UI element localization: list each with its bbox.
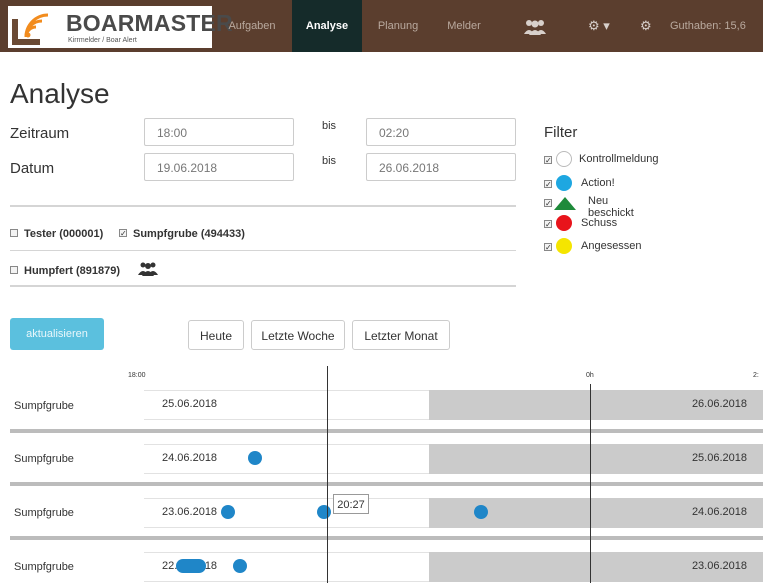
device-label-sumpfgrube: Sumpfgrube (494433) xyxy=(133,228,245,240)
page-title: Analyse xyxy=(10,78,110,109)
nav-aufgaben[interactable]: Aufgaben xyxy=(220,0,284,52)
time-to-input[interactable]: 02:20 xyxy=(366,118,516,146)
action-marker-icon xyxy=(556,175,572,191)
row-label: Sumpfgrube xyxy=(14,561,74,573)
action-event-marker-cluster[interactable] xyxy=(176,559,206,573)
angesessen-marker-icon xyxy=(556,238,572,254)
nav-melder[interactable]: Melder xyxy=(436,0,492,52)
row-date-right: 26.06.2018 xyxy=(691,398,747,410)
device-checkbox-tester[interactable] xyxy=(10,229,18,237)
action-event-marker[interactable] xyxy=(474,505,488,519)
row-date-left: 23.06.2018 xyxy=(162,506,218,518)
device-label-humpfert: Humpfert (891879) xyxy=(24,265,120,277)
row-date-right: 23.06.2018 xyxy=(691,560,747,572)
divider xyxy=(10,250,516,251)
filter-checkbox[interactable]: ✓ xyxy=(544,156,552,165)
row-separator xyxy=(10,536,763,540)
filter-checkbox[interactable]: ✓ xyxy=(544,220,552,229)
neu-beschickt-marker-icon xyxy=(554,197,576,210)
date-from-input[interactable]: 19.06.2018 xyxy=(144,153,294,181)
datum-label: Datum xyxy=(10,160,55,177)
row-date-right: 24.06.2018 xyxy=(691,506,747,518)
device-label-tester: Tester (000001) xyxy=(24,228,104,240)
last-month-button[interactable]: Letzter Monat xyxy=(352,320,450,350)
nav-planung[interactable]: Planung xyxy=(366,0,430,52)
filter-title: Filter xyxy=(544,124,578,141)
date-to-input[interactable]: 26.06.2018 xyxy=(366,153,516,181)
filter-label: Neu beschickt xyxy=(588,195,634,219)
divider xyxy=(10,205,516,207)
filter-label: Action! xyxy=(581,177,615,189)
zeitraum-label: Zeitraum xyxy=(10,125,70,142)
balance-text: Guthaben: 15,6 xyxy=(670,20,746,32)
nav-analyse[interactable]: Analyse xyxy=(292,0,362,52)
row-label: Sumpfgrube xyxy=(14,453,74,465)
filter-checkbox[interactable]: ✓ xyxy=(544,199,552,208)
action-event-marker[interactable] xyxy=(248,451,262,465)
timeline-row[interactable]: 24.06.2018 25.06.2018 xyxy=(144,444,763,474)
row-date-left: 24.06.2018 xyxy=(162,452,218,464)
filter-checkbox[interactable]: ✓ xyxy=(544,243,552,252)
time-cursor-line xyxy=(327,366,328,583)
timeline-tick-mid: 0h xyxy=(586,372,594,379)
today-button[interactable]: Heute xyxy=(188,320,244,350)
time-from-input[interactable]: 18:00 xyxy=(144,118,294,146)
timeline-tick-end: 2: xyxy=(753,372,759,379)
schuss-marker-icon xyxy=(556,215,572,231)
logo-title: BOARMASTER xyxy=(66,10,233,36)
divider xyxy=(10,285,516,287)
kontrollmeldung-marker-icon xyxy=(556,151,572,167)
action-event-marker[interactable] xyxy=(221,505,235,519)
last-week-button[interactable]: Letzte Woche xyxy=(251,320,345,350)
boar-signal-logo-icon xyxy=(12,13,49,45)
filter-label: Schuss xyxy=(581,217,618,229)
device-checkbox-sumpfgrube[interactable]: ✓ xyxy=(119,229,127,238)
timeline-row[interactable]: 25.06.2018 26.06.2018 xyxy=(144,390,763,420)
device-checkbox-humpfert[interactable] xyxy=(10,266,18,274)
logo-subtitle: Kirrmelder / Boar Alert xyxy=(68,37,137,44)
row-label: Sumpfgrube xyxy=(14,400,74,412)
timeline-tick-start: 18:00 xyxy=(128,372,146,379)
action-event-marker[interactable] xyxy=(233,559,247,573)
gear-dropdown-icon[interactable]: ⚙ ▾ xyxy=(588,0,610,52)
refresh-button[interactable]: aktualisieren xyxy=(10,318,104,350)
row-date-right: 25.06.2018 xyxy=(691,452,747,464)
row-label: Sumpfgrube xyxy=(14,507,74,519)
filter-label: Kontrollmeldung xyxy=(579,153,659,165)
top-navbar: BOARMASTER Kirrmelder / Boar Alert Aufga… xyxy=(0,0,763,52)
event-time-tooltip: 20:27 xyxy=(333,494,369,514)
gear-icon[interactable]: ⚙ xyxy=(640,0,652,52)
logo[interactable]: BOARMASTER Kirrmelder / Boar Alert xyxy=(8,6,233,48)
action-event-marker[interactable] xyxy=(317,505,331,519)
timeline-row[interactable]: 23.06.2018 24.06.2018 xyxy=(144,498,763,528)
row-separator xyxy=(10,482,763,486)
users-group-icon[interactable] xyxy=(523,0,547,52)
filter-checkbox[interactable]: ✓ xyxy=(544,180,552,189)
row-date-left: 25.06.2018 xyxy=(162,398,218,410)
filter-label: Angesessen xyxy=(581,240,642,252)
row-separator xyxy=(10,429,763,433)
bis-label: bis xyxy=(322,120,337,132)
bis-label: bis xyxy=(322,155,337,167)
midnight-line xyxy=(590,384,591,583)
users-group-icon xyxy=(138,262,158,276)
